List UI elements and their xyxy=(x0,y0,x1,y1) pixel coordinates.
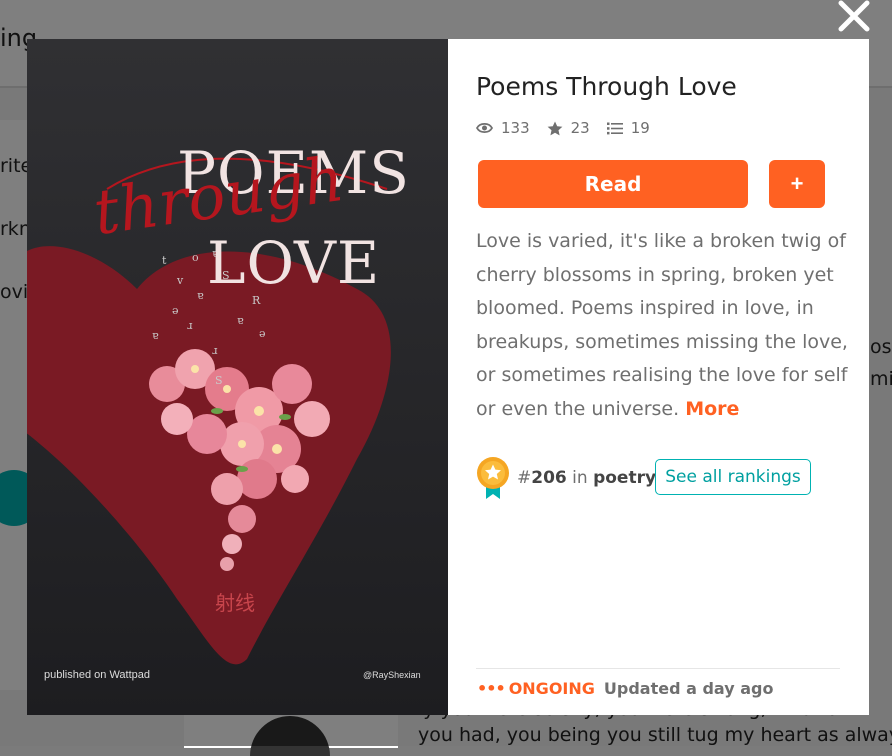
svg-text:ɐ: ɐ xyxy=(197,289,204,302)
status-dots-icon: ••• xyxy=(477,679,506,698)
svg-text:S: S xyxy=(215,374,223,387)
parts-stat: 19 xyxy=(606,119,650,137)
ranking-row: #206 in poetry xyxy=(476,457,656,499)
ranking-number: 206 xyxy=(531,468,567,488)
reads-count: 133 xyxy=(501,119,530,137)
story-status: ••• ONGOING Updated a day ago xyxy=(477,679,773,698)
divider xyxy=(476,668,840,669)
ranking-text: #206 in poetry xyxy=(517,468,656,488)
cover-author-handle: @RayShexian xyxy=(363,670,421,680)
votes-stat: 23 xyxy=(547,119,590,137)
close-icon xyxy=(838,0,870,32)
votes-count: 23 xyxy=(570,119,590,137)
ranking-category[interactable]: poetry xyxy=(593,468,656,488)
story-description: Love is varied, it's like a broken twig … xyxy=(476,225,848,426)
close-button[interactable] xyxy=(832,0,876,38)
story-title: Poems Through Love xyxy=(476,72,737,101)
svg-text:ɹ: ɹ xyxy=(212,344,218,357)
read-button[interactable]: Read xyxy=(478,160,748,208)
eye-icon xyxy=(476,122,493,134)
cover-chinese-text: 射线 xyxy=(215,593,255,615)
story-info-panel: Poems Through Love 133 23 19 Read + Love… xyxy=(476,39,869,715)
ribbon-badge-icon xyxy=(477,457,509,499)
svg-text:ɐ: ɐ xyxy=(152,329,159,342)
ranking-hash: # xyxy=(517,468,532,488)
star-icon xyxy=(547,121,563,135)
cover-title-line3: LOVE xyxy=(207,229,381,297)
svg-text:ǝ: ǝ xyxy=(259,327,266,340)
svg-text:ǝ: ǝ xyxy=(172,304,179,317)
parts-count: 19 xyxy=(630,119,650,137)
list-icon xyxy=(606,122,623,134)
more-link[interactable]: More xyxy=(685,398,739,420)
description-text: Love is varied, it's like a broken twig … xyxy=(476,230,848,420)
updated-text: Updated a day ago xyxy=(603,679,774,698)
svg-text:o: o xyxy=(192,251,199,264)
svg-text:ɐ: ɐ xyxy=(237,314,244,327)
ranking-in: in xyxy=(566,468,594,488)
reads-stat: 133 xyxy=(476,119,530,137)
svg-text:t: t xyxy=(162,254,167,267)
svg-text:v: v xyxy=(176,274,184,287)
add-to-library-button[interactable]: + xyxy=(769,160,825,208)
svg-text:ɹ: ɹ xyxy=(187,319,193,332)
see-all-rankings-button[interactable]: See all rankings xyxy=(655,459,811,495)
story-stats: 133 23 19 xyxy=(476,119,667,137)
status-label: ONGOING xyxy=(508,679,595,698)
story-preview-modal: t o ɐ v ɐ ǝ ɹ S R ɐ ǝ ɹ ɐ S POEMS throug… xyxy=(27,39,869,715)
book-cover[interactable]: t o ɐ v ɐ ǝ ɹ S R ɐ ǝ ɹ ɐ S POEMS throug… xyxy=(27,39,448,715)
cover-published-on: published on Wattpad xyxy=(44,669,150,681)
